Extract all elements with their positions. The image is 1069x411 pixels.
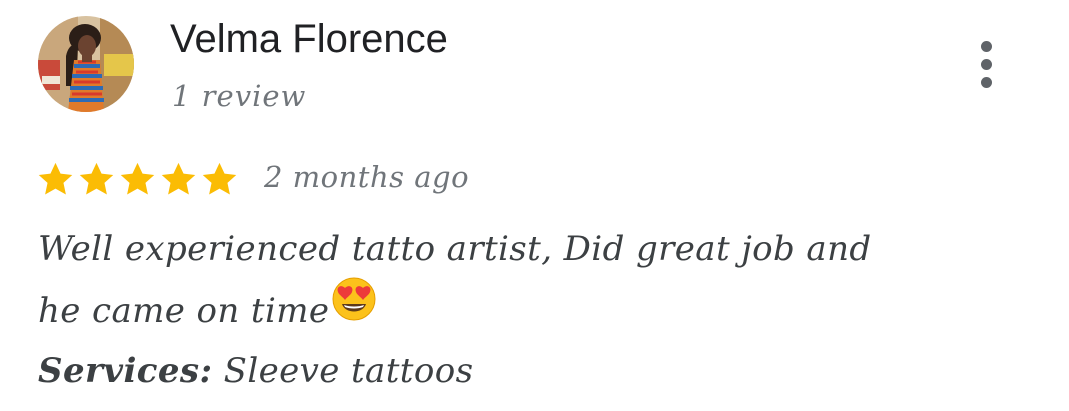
services-label: Services: [38,351,213,391]
review-services: Services: Sleeve tattoos [38,346,473,396]
more-vert-icon [980,40,992,52]
reviewer-avatar[interactable] [38,16,134,112]
services-value: Sleeve tattoos [223,351,474,391]
avatar-photo [38,16,134,112]
reviewer-name[interactable]: Velma Florence [170,14,448,64]
star-icon [159,160,198,199]
reviewer-review-count: 1 review [172,79,307,113]
review-text-line: he came on time [38,277,1038,346]
star-icon [36,160,75,199]
review-text-segment: he came on time [38,291,330,331]
star-icon [77,160,116,199]
more-vert-icon-dot [980,76,992,88]
more-options-button[interactable] [966,36,1006,92]
star-icon [118,160,157,199]
more-vert-icon-dot [980,58,992,70]
star-rating [36,157,239,201]
review-text: Well experienced tatto artist, Did great… [38,218,1038,346]
review-date: 2 months ago [264,160,470,194]
heart-eyes-emoji-icon [331,276,377,342]
review-text-line: Well experienced tatto artist, Did great… [38,229,872,269]
star-icon [200,160,239,199]
